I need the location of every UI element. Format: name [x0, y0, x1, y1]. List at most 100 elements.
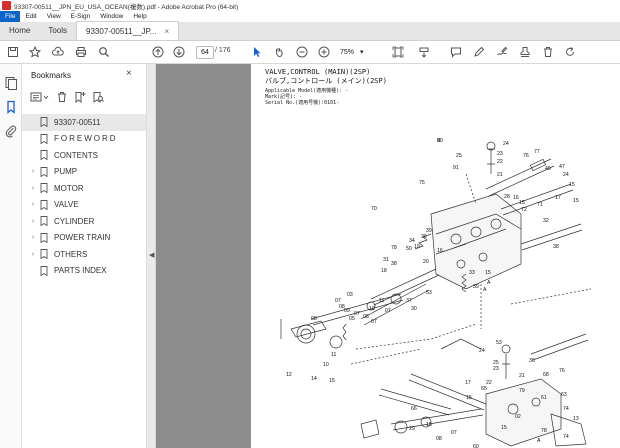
delete-bookmark-icon[interactable] [56, 91, 68, 103]
search-icon[interactable] [97, 45, 111, 59]
bookmark-item[interactable]: › VALVE [22, 197, 146, 214]
find-bookmark-icon[interactable] [92, 91, 104, 103]
chevron-right-icon[interactable]: › [28, 185, 38, 192]
part-callout: 76 [559, 368, 565, 374]
new-bookmark-icon[interactable] [74, 91, 86, 104]
bookmark-label: CYLINDER [54, 216, 95, 226]
bookmark-item[interactable]: 93307-00511 [22, 114, 146, 131]
part-callout: 78 [541, 428, 547, 434]
select-cursor-icon[interactable] [250, 45, 264, 59]
chevron-right-icon[interactable]: › [28, 218, 38, 225]
star-icon[interactable] [28, 45, 42, 59]
part-callout: 53 [426, 290, 432, 296]
part-callout: 53 [496, 340, 502, 346]
tab-close-icon[interactable]: × [164, 22, 169, 41]
bookmark-icon [40, 249, 48, 260]
chevron-right-icon[interactable]: › [28, 168, 38, 175]
part-callout: 66 [411, 406, 417, 412]
acrobat-icon [2, 1, 11, 10]
stamp-icon[interactable] [518, 45, 532, 59]
print-icon[interactable] [74, 45, 88, 59]
next-page-icon[interactable] [172, 45, 186, 59]
part-callout: 65 [481, 386, 487, 392]
part-callout: 12 [286, 372, 292, 378]
bookmark-label: PUMP [54, 167, 78, 177]
part-callout: 37 [406, 298, 412, 304]
options-menu-icon[interactable] [30, 91, 50, 103]
part-callout: 68 [543, 372, 549, 378]
part-callout: 07 [354, 311, 360, 317]
bookmark-item[interactable]: › MOTOR [22, 180, 146, 197]
bookmark-item[interactable]: CONTENTS [22, 147, 146, 164]
document-view[interactable]: VALVE,CONTROL (MAIN)(2SP) バルブ,コントロール (メイ… [156, 64, 620, 448]
part-callout: A [487, 280, 491, 286]
tab-document[interactable]: 93307-00511__JP... × [76, 21, 180, 41]
part-callout: 10 [323, 362, 329, 368]
scroll-mode-icon[interactable] [417, 45, 431, 59]
delete-icon[interactable] [541, 45, 555, 59]
cloud-upload-icon[interactable] [51, 45, 65, 59]
bookmark-item[interactable]: FOREWORD [22, 131, 146, 148]
bookmark-item[interactable]: › OTHERS [22, 246, 146, 263]
page-thumbnails-icon[interactable] [4, 76, 18, 90]
panel-title: Bookmarks [31, 71, 72, 80]
part-callout: 29 [409, 426, 415, 432]
part-callout: 17 [465, 380, 471, 386]
page-fit-icon[interactable] [391, 45, 405, 59]
part-callout: 63 [561, 392, 567, 398]
part-callout: 24 [503, 141, 509, 147]
part-callout: 50 [406, 246, 412, 252]
part-callout: 32 [543, 218, 549, 224]
bookmark-item[interactable]: PARTS INDEX [22, 263, 146, 280]
serial-number: Serial No.(適用号機):0101- [265, 100, 340, 107]
part-callout: 30 [411, 306, 417, 312]
part-callout: 05 [349, 316, 355, 322]
rotate-icon[interactable] [563, 45, 577, 59]
comment-icon[interactable] [449, 45, 463, 59]
fill-sign-icon[interactable] [495, 45, 509, 59]
bookmark-item[interactable]: › POWER TRAIN [22, 230, 146, 247]
tab-home[interactable]: Home [0, 21, 39, 40]
tab-bar: Home Tools 93307-00511__JP... × [0, 21, 620, 41]
attachments-icon[interactable] [4, 124, 18, 138]
part-callout: 39 [473, 284, 479, 290]
part-callout: 22 [486, 380, 492, 386]
bookmark-icon [40, 216, 48, 227]
zoom-out-icon[interactable] [295, 45, 309, 59]
page-total: / 176 [215, 47, 231, 54]
hand-tool-icon[interactable] [272, 45, 286, 59]
bookmark-icon [40, 150, 48, 161]
heading-english: VALVE,CONTROL (MAIN)(2SP) [265, 68, 371, 76]
part-callout: 07 [451, 430, 457, 436]
part-callout: 38 [391, 261, 397, 267]
previous-page-icon[interactable] [151, 45, 165, 59]
panel-splitter[interactable]: ◀ [147, 64, 156, 448]
part-callout: 14 [311, 376, 317, 382]
zoom-in-icon[interactable] [317, 45, 331, 59]
tab-tools[interactable]: Tools [39, 21, 76, 40]
bookmark-label: 93307-00511 [54, 117, 101, 127]
part-callout: 15 [485, 270, 491, 276]
bookmark-item[interactable]: › CYLINDER [22, 213, 146, 230]
chevron-right-icon[interactable]: › [28, 234, 38, 241]
page-heading: VALVE,CONTROL (MAIN)(2SP) バルブ,コントロール (メイ… [265, 68, 387, 86]
part-callout: 23 [493, 366, 499, 372]
part-callout: 20 [423, 259, 429, 265]
close-icon[interactable]: × [126, 69, 136, 79]
bookmark-icon [40, 133, 48, 144]
bookmark-item[interactable]: › PUMP [22, 164, 146, 181]
highlight-pen-icon[interactable] [472, 45, 486, 59]
chevron-right-icon[interactable]: › [28, 201, 38, 208]
save-icon[interactable] [6, 45, 20, 59]
page-number-input[interactable]: 64 [196, 46, 214, 59]
part-callout: 15 [329, 378, 335, 384]
bookmark-label: FOREWORD [54, 134, 118, 144]
part-callout: 15 [573, 198, 579, 204]
zoom-select[interactable]: 75% ▾ [340, 46, 376, 59]
bookmarks-icon[interactable] [4, 100, 18, 114]
chevron-right-icon[interactable]: › [28, 251, 38, 258]
collapse-panel-icon[interactable]: ◀ [149, 251, 154, 259]
part-callout: 22 [497, 159, 503, 165]
part-callout: 91 [453, 165, 459, 171]
part-callout: A [483, 287, 487, 293]
